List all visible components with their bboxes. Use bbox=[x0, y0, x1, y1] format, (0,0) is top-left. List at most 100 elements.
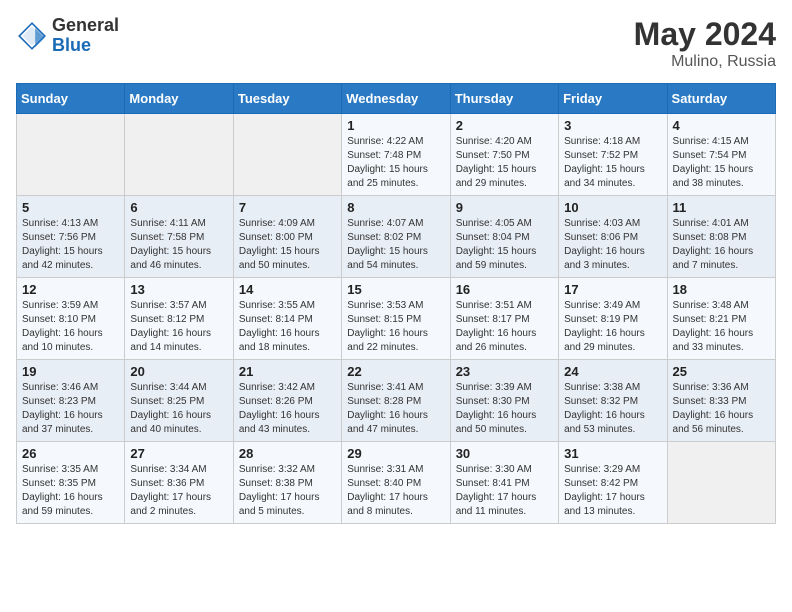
day-number: 5 bbox=[22, 200, 119, 215]
day-info: Sunrise: 3:39 AM Sunset: 8:30 PM Dayligh… bbox=[456, 381, 553, 437]
day-info: Sunrise: 4:18 AM Sunset: 7:52 PM Dayligh… bbox=[564, 135, 661, 191]
day-info: Sunrise: 3:49 AM Sunset: 8:19 PM Dayligh… bbox=[564, 299, 661, 355]
calendar-cell: 4 Sunrise: 4:15 AM Sunset: 7:54 PM Daylig… bbox=[667, 114, 775, 196]
calendar-cell: 21 Sunrise: 3:42 AM Sunset: 8:26 PM Dayli… bbox=[233, 360, 341, 442]
day-number: 28 bbox=[239, 446, 336, 461]
day-number: 18 bbox=[673, 282, 770, 297]
calendar-cell: 23 Sunrise: 3:39 AM Sunset: 8:30 PM Dayli… bbox=[450, 360, 558, 442]
week-row-2: 5 Sunrise: 4:13 AM Sunset: 7:56 PM Daylig… bbox=[17, 196, 776, 278]
day-number: 25 bbox=[673, 364, 770, 379]
day-number: 16 bbox=[456, 282, 553, 297]
day-number: 9 bbox=[456, 200, 553, 215]
day-header-wednesday: Wednesday bbox=[342, 84, 450, 114]
day-number: 2 bbox=[456, 118, 553, 133]
day-number: 12 bbox=[22, 282, 119, 297]
day-number: 19 bbox=[22, 364, 119, 379]
day-info: Sunrise: 3:48 AM Sunset: 8:21 PM Dayligh… bbox=[673, 299, 770, 355]
calendar-cell: 8 Sunrise: 4:07 AM Sunset: 8:02 PM Daylig… bbox=[342, 196, 450, 278]
calendar-cell: 26Sunrise: 3:35 AM Sunset: 8:35 PM Dayli… bbox=[17, 442, 125, 524]
day-info: Sunrise: 3:46 AM Sunset: 8:23 PM Dayligh… bbox=[22, 381, 119, 437]
day-info: Sunrise: 3:36 AM Sunset: 8:33 PM Dayligh… bbox=[673, 381, 770, 437]
calendar-cell: 22Sunrise: 3:41 AM Sunset: 8:28 PM Dayli… bbox=[342, 360, 450, 442]
day-number: 23 bbox=[456, 364, 553, 379]
calendar-cell: 3 Sunrise: 4:18 AM Sunset: 7:52 PM Daylig… bbox=[559, 114, 667, 196]
logo-general-text: General bbox=[52, 16, 119, 36]
week-row-1: 1Sunrise: 4:22 AM Sunset: 7:48 PM Daylig… bbox=[17, 114, 776, 196]
calendar-cell: 30Sunrise: 3:30 AM Sunset: 8:41 PM Dayli… bbox=[450, 442, 558, 524]
calendar-cell: 15 Sunrise: 3:53 AM Sunset: 8:15 PM Dayli… bbox=[342, 278, 450, 360]
week-row-5: 26Sunrise: 3:35 AM Sunset: 8:35 PM Dayli… bbox=[17, 442, 776, 524]
day-info: Sunrise: 4:07 AM Sunset: 8:02 PM Dayligh… bbox=[347, 217, 444, 273]
calendar-cell: 7 Sunrise: 4:09 AM Sunset: 8:00 PM Daylig… bbox=[233, 196, 341, 278]
logo-blue-text: Blue bbox=[52, 36, 119, 56]
calendar-cell: 16 Sunrise: 3:51 AM Sunset: 8:17 PM Dayli… bbox=[450, 278, 558, 360]
calendar-cell: 2 Sunrise: 4:20 AM Sunset: 7:50 PM Daylig… bbox=[450, 114, 558, 196]
week-row-4: 19 Sunrise: 3:46 AM Sunset: 8:23 PM Dayli… bbox=[17, 360, 776, 442]
day-info: Sunrise: 3:59 AM Sunset: 8:10 PM Dayligh… bbox=[22, 299, 119, 355]
day-info: Sunrise: 3:31 AM Sunset: 8:40 PM Dayligh… bbox=[347, 463, 444, 519]
calendar-cell: 9 Sunrise: 4:05 AM Sunset: 8:04 PM Daylig… bbox=[450, 196, 558, 278]
calendar-cell bbox=[125, 114, 233, 196]
day-number: 21 bbox=[239, 364, 336, 379]
calendar-cell: 19 Sunrise: 3:46 AM Sunset: 8:23 PM Dayli… bbox=[17, 360, 125, 442]
day-info: Sunrise: 3:57 AM Sunset: 8:12 PM Dayligh… bbox=[130, 299, 227, 355]
calendar-cell bbox=[667, 442, 775, 524]
day-info: Sunrise: 3:38 AM Sunset: 8:32 PM Dayligh… bbox=[564, 381, 661, 437]
day-number: 15 bbox=[347, 282, 444, 297]
day-headers-row: SundayMondayTuesdayWednesdayThursdayFrid… bbox=[17, 84, 776, 114]
title-block: May 2024 Mulino, Russia bbox=[634, 16, 776, 71]
day-number: 8 bbox=[347, 200, 444, 215]
calendar-cell: 31Sunrise: 3:29 AM Sunset: 8:42 PM Dayli… bbox=[559, 442, 667, 524]
day-info: Sunrise: 3:53 AM Sunset: 8:15 PM Dayligh… bbox=[347, 299, 444, 355]
day-number: 27 bbox=[130, 446, 227, 461]
day-info: Sunrise: 4:15 AM Sunset: 7:54 PM Dayligh… bbox=[673, 135, 770, 191]
logo: General Blue bbox=[16, 16, 119, 56]
calendar-cell: 5 Sunrise: 4:13 AM Sunset: 7:56 PM Daylig… bbox=[17, 196, 125, 278]
calendar-cell: 1Sunrise: 4:22 AM Sunset: 7:48 PM Daylig… bbox=[342, 114, 450, 196]
day-info: Sunrise: 3:55 AM Sunset: 8:14 PM Dayligh… bbox=[239, 299, 336, 355]
day-info: Sunrise: 3:42 AM Sunset: 8:26 PM Dayligh… bbox=[239, 381, 336, 437]
day-header-friday: Friday bbox=[559, 84, 667, 114]
day-info: Sunrise: 4:09 AM Sunset: 8:00 PM Dayligh… bbox=[239, 217, 336, 273]
day-number: 22 bbox=[347, 364, 444, 379]
day-header-sunday: Sunday bbox=[17, 84, 125, 114]
day-number: 7 bbox=[239, 200, 336, 215]
day-number: 30 bbox=[456, 446, 553, 461]
day-info: Sunrise: 3:32 AM Sunset: 8:38 PM Dayligh… bbox=[239, 463, 336, 519]
calendar-cell: 25 Sunrise: 3:36 AM Sunset: 8:33 PM Dayli… bbox=[667, 360, 775, 442]
day-header-tuesday: Tuesday bbox=[233, 84, 341, 114]
day-info: Sunrise: 4:20 AM Sunset: 7:50 PM Dayligh… bbox=[456, 135, 553, 191]
day-number: 24 bbox=[564, 364, 661, 379]
day-header-saturday: Saturday bbox=[667, 84, 775, 114]
logo-text: General Blue bbox=[52, 16, 119, 56]
day-info: Sunrise: 3:29 AM Sunset: 8:42 PM Dayligh… bbox=[564, 463, 661, 519]
calendar-cell bbox=[233, 114, 341, 196]
day-info: Sunrise: 3:51 AM Sunset: 8:17 PM Dayligh… bbox=[456, 299, 553, 355]
day-info: Sunrise: 4:11 AM Sunset: 7:58 PM Dayligh… bbox=[130, 217, 227, 273]
day-number: 17 bbox=[564, 282, 661, 297]
calendar-cell: 17 Sunrise: 3:49 AM Sunset: 8:19 PM Dayli… bbox=[559, 278, 667, 360]
calendar-cell: 12 Sunrise: 3:59 AM Sunset: 8:10 PM Dayli… bbox=[17, 278, 125, 360]
calendar-cell: 27Sunrise: 3:34 AM Sunset: 8:36 PM Dayli… bbox=[125, 442, 233, 524]
day-number: 29 bbox=[347, 446, 444, 461]
calendar-cell: 10Sunrise: 4:03 AM Sunset: 8:06 PM Dayli… bbox=[559, 196, 667, 278]
day-info: Sunrise: 4:05 AM Sunset: 8:04 PM Dayligh… bbox=[456, 217, 553, 273]
day-header-monday: Monday bbox=[125, 84, 233, 114]
calendar-title: May 2024 bbox=[634, 16, 776, 53]
calendar-cell: 29 Sunrise: 3:31 AM Sunset: 8:40 PM Dayli… bbox=[342, 442, 450, 524]
calendar-cell bbox=[17, 114, 125, 196]
calendar-cell: 13Sunrise: 3:57 AM Sunset: 8:12 PM Dayli… bbox=[125, 278, 233, 360]
day-info: Sunrise: 4:01 AM Sunset: 8:08 PM Dayligh… bbox=[673, 217, 770, 273]
page-header: General Blue May 2024 Mulino, Russia bbox=[16, 16, 776, 71]
day-info: Sunrise: 3:35 AM Sunset: 8:35 PM Dayligh… bbox=[22, 463, 119, 519]
day-info: Sunrise: 4:13 AM Sunset: 7:56 PM Dayligh… bbox=[22, 217, 119, 273]
day-header-thursday: Thursday bbox=[450, 84, 558, 114]
calendar-cell: 28 Sunrise: 3:32 AM Sunset: 8:38 PM Dayli… bbox=[233, 442, 341, 524]
week-row-3: 12 Sunrise: 3:59 AM Sunset: 8:10 PM Dayli… bbox=[17, 278, 776, 360]
day-number: 11 bbox=[673, 200, 770, 215]
calendar-table: SundayMondayTuesdayWednesdayThursdayFrid… bbox=[16, 83, 776, 524]
day-number: 3 bbox=[564, 118, 661, 133]
day-number: 6 bbox=[130, 200, 227, 215]
calendar-cell: 20Sunrise: 3:44 AM Sunset: 8:25 PM Dayli… bbox=[125, 360, 233, 442]
day-number: 4 bbox=[673, 118, 770, 133]
